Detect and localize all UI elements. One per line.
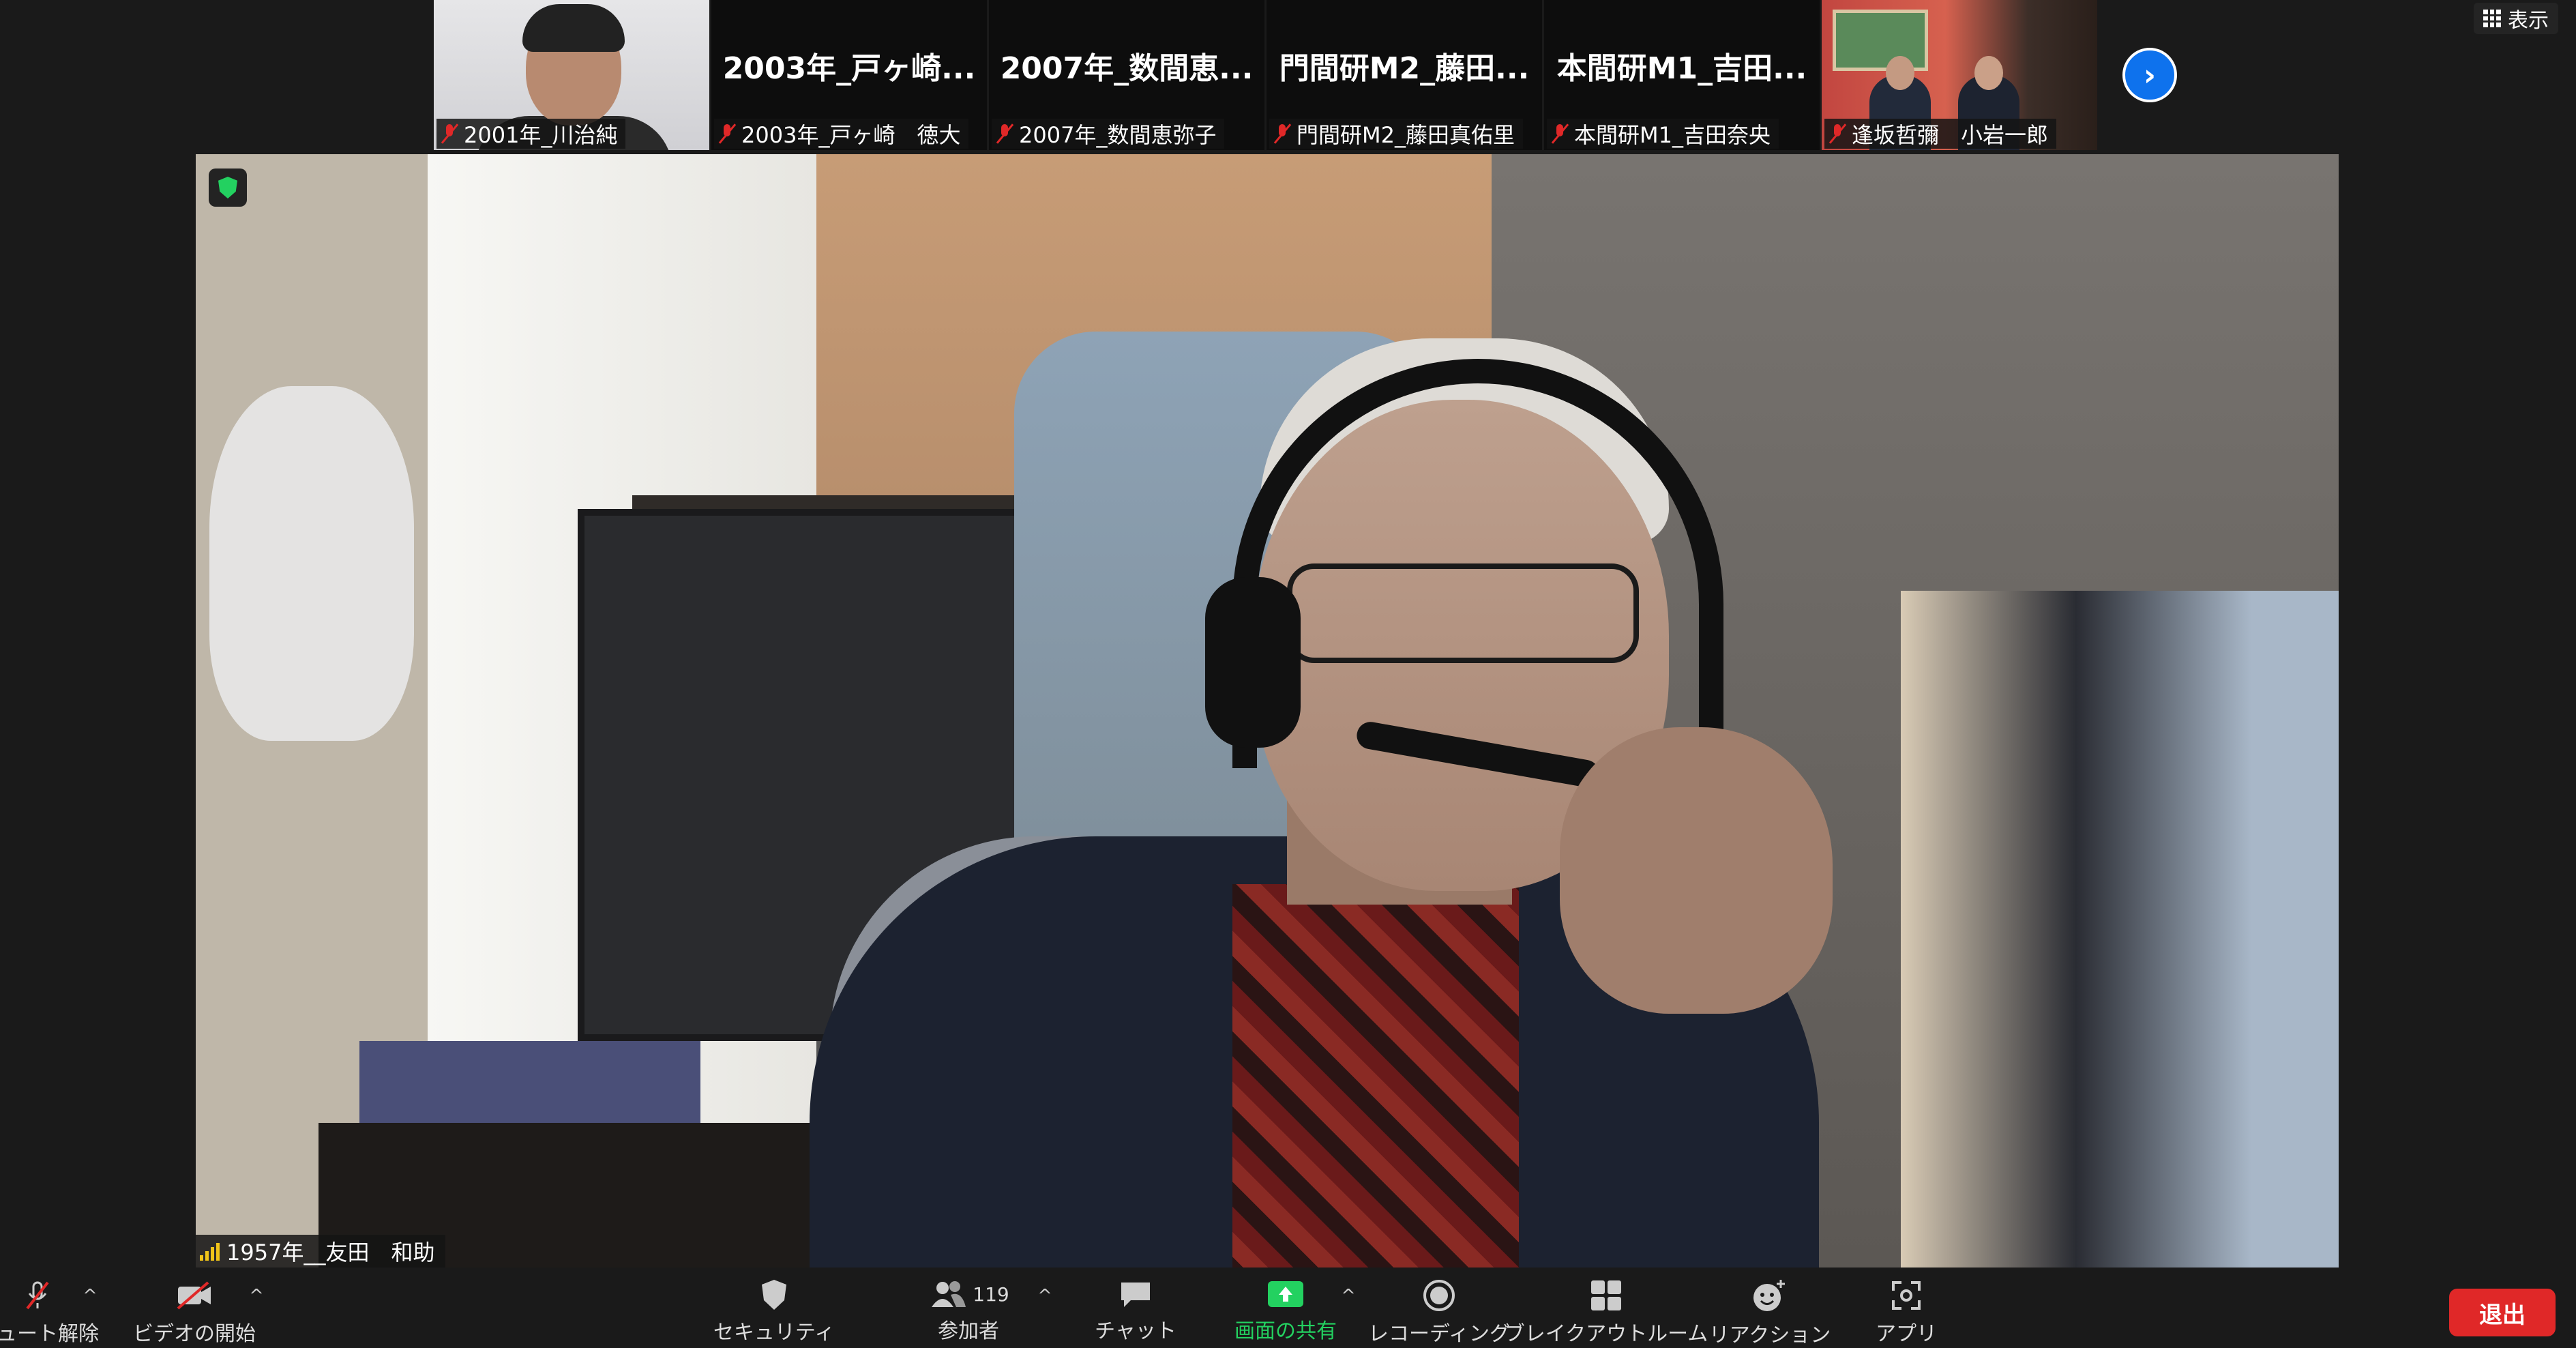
participant-name-tag: 2007年_数間恵弥子 — [992, 119, 1225, 149]
participant-name: 本間研M1_吉田奈央 — [1574, 122, 1771, 148]
audio-options-chevron-icon[interactable]: ^ — [82, 1287, 98, 1305]
view-grid-icon — [2483, 10, 2501, 27]
start-video-button[interactable]: ビデオの開始 — [133, 1268, 256, 1346]
start-video-label: ビデオの開始 — [133, 1322, 256, 1346]
record-icon — [1419, 1278, 1460, 1313]
participant-count: 119 — [973, 1283, 1009, 1306]
view-label: 表示 — [2508, 9, 2549, 33]
background-bag — [209, 386, 414, 741]
participant-name-tag: 逢坂哲彌 小岩一郎 — [1824, 119, 2057, 149]
mic-muted-icon — [1551, 123, 1569, 145]
speaker-hand — [1560, 727, 1833, 1014]
speaker-name-tag: 1957年__友田 和助 — [196, 1235, 446, 1268]
participant-name-tag: 2001年_川治純 — [436, 119, 626, 149]
participant-thumbnails: 2001年_川治純 2003年_戸ヶ崎... 2003年_戸ヶ崎 徳大 2007… — [434, 0, 2097, 150]
shield-icon — [754, 1278, 795, 1311]
apps-button[interactable]: アプリ — [1862, 1268, 1951, 1346]
mic-muted-icon — [718, 123, 736, 145]
mic-muted-icon — [996, 123, 1013, 145]
participant-name: 逢坂哲彌 小岩一郎 — [1852, 122, 2049, 148]
breakout-rooms-icon — [1586, 1278, 1627, 1313]
security-button[interactable]: セキュリティ — [713, 1268, 835, 1345]
video-options-chevron-icon[interactable]: ^ — [248, 1287, 265, 1305]
record-button[interactable]: レコーディング — [1368, 1268, 1510, 1346]
meeting-toolbar: ミュート解除 ^ ビデオの開始 ^ セキュリティ 119 参加者 ^ チャット … — [0, 1268, 2576, 1347]
record-label: レコーディング — [1368, 1322, 1510, 1346]
apps-icon — [1886, 1278, 1927, 1313]
reaction-icon — [1749, 1278, 1790, 1314]
participant-display-name: 本間研M1_吉田... — [1556, 51, 1807, 86]
wall-painting — [1833, 10, 1928, 71]
chat-button[interactable]: チャット — [1091, 1268, 1180, 1343]
mic-muted-icon — [1829, 123, 1846, 145]
speaker-name: 1957年__友田 和助 — [226, 1240, 435, 1265]
next-page-button[interactable]: › — [2122, 48, 2177, 102]
unmute-label: ミュート解除 — [0, 1322, 99, 1346]
share-screen-icon — [1265, 1278, 1306, 1310]
breakout-rooms-button[interactable]: ブレイクアウトルーム — [1505, 1268, 1708, 1346]
reaction-button[interactable]: リアクション — [1709, 1268, 1831, 1347]
participant-name: 2003年_戸ヶ崎 徳大 — [741, 122, 961, 148]
participant-name: 2007年_数間恵弥子 — [1019, 122, 1217, 148]
participant-display-name: 2007年_数間恵... — [1000, 51, 1254, 86]
video-off-icon — [174, 1278, 215, 1313]
chat-label: チャット — [1095, 1319, 1176, 1343]
participant-name-tag: 2003年_戸ヶ崎 徳大 — [714, 119, 969, 149]
headset-earcup — [1205, 577, 1301, 748]
participant-display-name: 2003年_戸ヶ崎... — [722, 51, 976, 86]
signal-strength-icon — [200, 1242, 220, 1261]
participant-display-name: 門間研M2_藤田... — [1279, 51, 1530, 86]
participant-thumbnail[interactable]: 2003年_戸ヶ崎... 2003年_戸ヶ崎 徳大 — [711, 0, 987, 150]
chat-icon — [1115, 1278, 1156, 1310]
security-label: セキュリティ — [713, 1321, 835, 1345]
leave-meeting-button[interactable]: 退出 — [2449, 1289, 2556, 1336]
mic-muted-icon — [441, 123, 458, 145]
participant-thumbnail[interactable]: 2001年_川治純 — [434, 0, 709, 150]
participant-name-tag: 門間研M2_藤田真佑里 — [1269, 119, 1523, 149]
active-speaker-video[interactable]: 1957年__友田 和助 — [196, 154, 2339, 1268]
speaker-shirt — [1232, 884, 1519, 1268]
unmute-button[interactable]: ミュート解除 — [0, 1268, 99, 1346]
reaction-label: リアクション — [1708, 1323, 1831, 1347]
mic-muted-icon — [1273, 123, 1291, 145]
participant-hair — [522, 4, 625, 52]
participants-icon: 119 — [928, 1278, 1009, 1310]
background-clothes — [1901, 591, 2339, 1268]
encryption-shield-icon[interactable] — [209, 168, 247, 207]
top-bar: 表示 2001年_川治純 2003年_戸ヶ崎... 2003年_戸ヶ崎 徳大 2… — [0, 0, 2576, 153]
participant-face — [1886, 56, 1914, 90]
share-options-chevron-icon[interactable]: ^ — [1340, 1287, 1357, 1305]
participant-name: 2001年_川治純 — [464, 122, 618, 148]
video-scene — [196, 154, 2339, 1268]
participants-button[interactable]: 119 参加者 — [914, 1268, 1023, 1343]
participant-thumbnail[interactable]: 2007年_数間恵... 2007年_数間恵弥子 — [989, 0, 1264, 150]
view-button[interactable]: 表示 — [2474, 3, 2558, 34]
participant-thumbnail[interactable]: 門間研M2_藤田... 門間研M2_藤田真佑里 — [1267, 0, 1542, 150]
participants-options-chevron-icon[interactable]: ^ — [1037, 1287, 1053, 1305]
participants-label: 参加者 — [938, 1319, 999, 1343]
participant-name: 門間研M2_藤田真佑里 — [1297, 122, 1515, 148]
participant-name-tag: 本間研M1_吉田奈央 — [1547, 119, 1779, 149]
participant-thumbnail[interactable]: 本間研M1_吉田... 本間研M1_吉田奈央 — [1544, 0, 1820, 150]
share-screen-button[interactable]: 画面の共有 — [1228, 1268, 1344, 1343]
chevron-right-icon: › — [2143, 57, 2157, 93]
share-screen-label: 画面の共有 — [1234, 1319, 1337, 1343]
breakout-rooms-label: ブレイクアウトルーム — [1504, 1322, 1708, 1346]
participant-thumbnail[interactable]: 逢坂哲彌 小岩一郎 — [1822, 0, 2097, 150]
participant-face — [1974, 56, 2003, 90]
apps-label: アプリ — [1876, 1322, 1937, 1346]
mic-muted-icon — [17, 1278, 58, 1313]
